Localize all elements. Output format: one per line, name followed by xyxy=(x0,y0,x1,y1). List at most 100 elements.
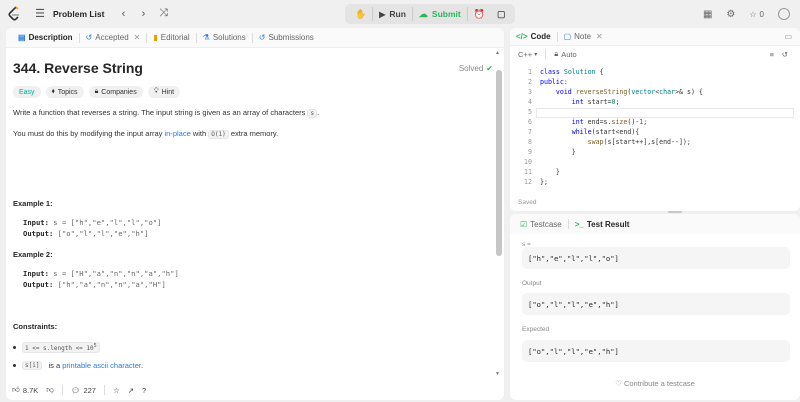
constraint-2: s[i] is a printable ascii character. xyxy=(13,361,143,370)
example-1-heading: Example 1: xyxy=(13,199,53,208)
expected-value: ["o","l","l","e","h"] xyxy=(522,340,790,362)
hint-tag[interactable]: 💡︎ Hint xyxy=(147,86,181,98)
streak-counter[interactable]: ☆ 0 xyxy=(749,10,764,19)
maximize-icon[interactable]: ▭ xyxy=(784,32,792,41)
shuffle-icon[interactable]: ⤨ xyxy=(156,7,170,20)
code-line: int start=0; xyxy=(571,98,620,106)
tab-submissions[interactable]: ↺ Submissions xyxy=(253,28,320,48)
line-number: 6 xyxy=(528,118,532,126)
page-title: 344. Reverse String xyxy=(13,60,143,76)
constraint-1: 1 <= s.length <= 105 xyxy=(13,342,100,353)
description-scrollbar[interactable] xyxy=(496,70,502,256)
code-line: swap(s[start++],s[end--]); xyxy=(587,138,691,146)
panel-resize-handle[interactable] xyxy=(668,211,682,213)
scroll-up-arrow[interactable]: ▲ xyxy=(495,50,500,56)
tab-solutions[interactable]: ⚗ Solutions xyxy=(197,28,252,48)
note-icon: ▢ xyxy=(563,32,572,41)
test-panel: ☑ Testcase >_ Test Result s = ["h","e","l"… xyxy=(510,214,800,400)
tab-test-result[interactable]: >_ Test Result xyxy=(575,220,630,229)
difficulty-badge: Easy xyxy=(13,86,41,98)
in-place-link[interactable]: in-place xyxy=(164,129,190,138)
tab-code[interactable]: </> Code xyxy=(516,32,551,41)
tab-editorial[interactable]: ▮ Editorial xyxy=(147,28,195,48)
auto-mode-toggle[interactable]: 🔒︎ Auto xyxy=(554,49,576,59)
prev-problem-icon[interactable]: ‹ xyxy=(116,8,130,20)
help-button[interactable]: ? xyxy=(142,386,146,395)
saved-status: Saved xyxy=(518,199,537,206)
reset-icon[interactable]: ↺ xyxy=(782,50,788,59)
dislike-button[interactable]: 👎︎ xyxy=(46,385,54,395)
topics-tag[interactable]: ⬧ Topics xyxy=(45,86,84,98)
line-number: 10 xyxy=(524,158,532,166)
check-circle-icon: ✔ xyxy=(486,64,493,73)
thumbs-up-icon: 👍︎ xyxy=(12,385,20,394)
code-panel: </> Code ▢ Note ✕ ▭ C++ ▾ 🔒︎ Auto ≡ ↺ 1 class … xyxy=(510,28,800,211)
lightbulb-icon: 💡︎ xyxy=(153,88,159,95)
lock-icon: 🔒︎ xyxy=(94,88,99,95)
heart-icon: ♡ xyxy=(615,379,622,388)
tab-accepted[interactable]: ↺ Accepted ✕ xyxy=(80,28,147,48)
test-tab-bar: ☑ Testcase >_ Test Result xyxy=(510,214,800,234)
problem-paragraph-2: You must do this by modifying the input … xyxy=(13,129,279,139)
book-icon: ▮ xyxy=(153,33,158,42)
layout-grid-icon[interactable]: ▦ xyxy=(703,9,712,20)
solved-badge: Solved ✔ xyxy=(458,64,493,73)
settings-gear-icon[interactable]: ⚙ xyxy=(726,9,735,20)
note-icon: ▢ xyxy=(496,8,506,19)
example-2-input: Input: s = ["H","a","n","n","a","h"] xyxy=(23,269,179,278)
share-button[interactable]: ↗ xyxy=(128,386,134,395)
tab-description[interactable]: ▤ Description xyxy=(12,28,79,48)
terminal-icon: >_ xyxy=(574,219,584,229)
like-button[interactable]: 👍︎ 8.7K xyxy=(12,385,38,395)
leetcode-logo-icon[interactable] xyxy=(7,6,21,22)
close-tab-icon[interactable]: ✕ xyxy=(134,33,141,42)
comments-button[interactable]: 💬︎ 227 xyxy=(71,386,96,395)
line-number: 12 xyxy=(524,178,532,186)
question-icon: ? xyxy=(141,385,147,395)
ascii-link[interactable]: printable ascii character xyxy=(62,361,141,370)
debug-button[interactable]: ✋ xyxy=(349,4,372,24)
line-number: 3 xyxy=(528,88,532,96)
code-line: } xyxy=(540,168,560,176)
code-line: }; xyxy=(540,178,548,186)
code-line: class Solution { xyxy=(540,68,604,76)
submit-button[interactable]: ☁ Submit xyxy=(413,4,467,24)
code-line: public: xyxy=(540,78,568,86)
tag-row: Easy ⬧ Topics 🔒︎ Companies 💡︎ Hint xyxy=(13,86,181,98)
favorite-button[interactable]: ☆ xyxy=(113,386,120,395)
code-line: while(start<end){ xyxy=(571,128,640,136)
top-nav: ☰ Problem List ‹ › ⤨ ✋ ▶ Run ☁ Submit ⏰ ▢ … xyxy=(0,0,800,28)
example-2-output: Output: ["h","a","n","n","a","H"] xyxy=(23,280,166,289)
scroll-down-arrow[interactable]: ▼ xyxy=(495,371,500,377)
example-2-heading: Example 2: xyxy=(13,250,53,259)
checkbox-icon: ☑ xyxy=(520,219,528,229)
contribute-testcase-link[interactable]: ♡ Contribute a testcase xyxy=(510,379,800,388)
problem-list-icon[interactable]: ☰ xyxy=(33,7,47,20)
format-icon[interactable]: ≡ xyxy=(770,50,774,59)
next-problem-icon[interactable]: › xyxy=(136,8,150,20)
run-button[interactable]: ▶ Run xyxy=(373,4,412,24)
line-number: 5 xyxy=(528,108,532,116)
timer-button[interactable]: ⏰ xyxy=(468,4,491,24)
history-icon: ↺ xyxy=(258,33,266,42)
tab-note[interactable]: ▢ Note ✕ xyxy=(564,32,603,41)
code-brackets-icon: </> xyxy=(516,32,528,41)
companies-tag[interactable]: 🔒︎ Companies xyxy=(88,86,143,98)
problem-list-link[interactable]: Problem List xyxy=(53,9,104,19)
line-number: 2 xyxy=(528,78,532,86)
notes-button[interactable]: ▢ xyxy=(491,4,512,24)
tab-testcase[interactable]: ☑ Testcase xyxy=(520,220,562,229)
language-select[interactable]: C++ ▾ xyxy=(518,50,537,59)
avatar[interactable] xyxy=(778,8,790,20)
flame-icon: ☆ xyxy=(749,9,757,19)
line-number: 9 xyxy=(528,148,532,156)
output-label: Output xyxy=(522,280,542,287)
language-bar: C++ ▾ 🔒︎ Auto ≡ ↺ xyxy=(510,46,800,62)
thumbs-down-icon: 👎︎ xyxy=(46,385,54,394)
example-1-input: Input: s = ["h","e","l","l","o"] xyxy=(23,218,162,227)
share-icon: ↗ xyxy=(127,385,134,395)
description-footer: 👍︎ 8.7K 👎︎ 💬︎ 227 ☆ ↗ ? xyxy=(6,380,504,400)
close-tab-icon[interactable]: ✕ xyxy=(596,32,603,41)
code-line: void reverseString(vector<char>& s) { xyxy=(555,88,703,96)
flask-icon: ⚗ xyxy=(202,33,210,42)
